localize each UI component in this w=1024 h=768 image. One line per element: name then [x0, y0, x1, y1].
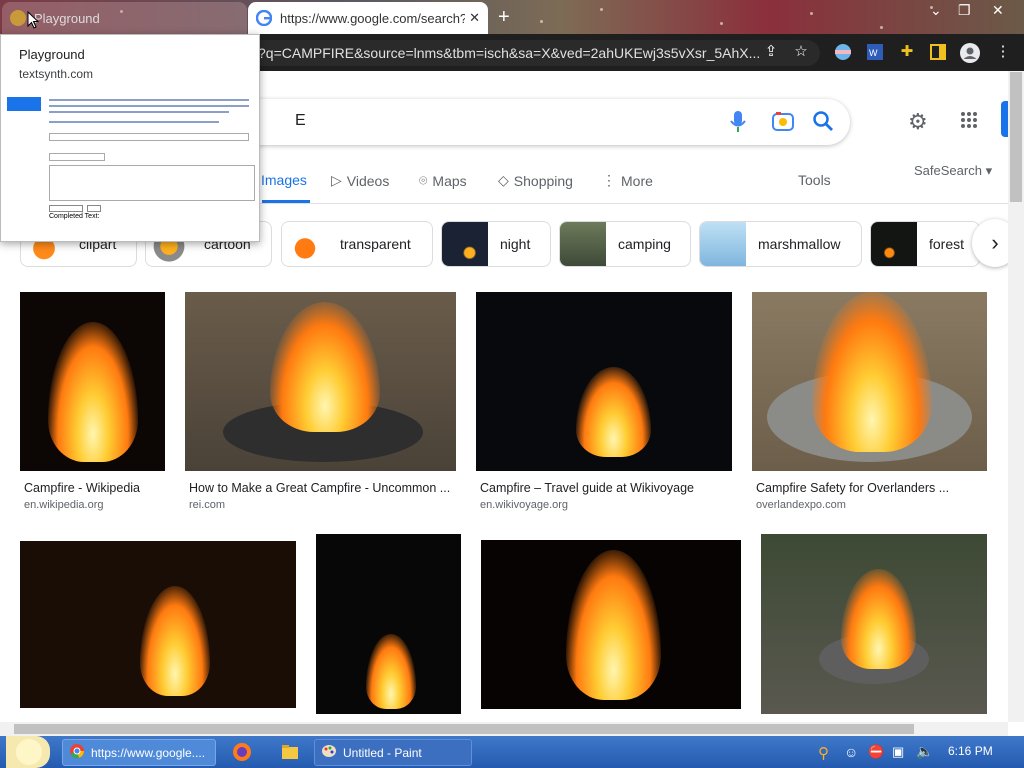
voice-search-icon[interactable]	[730, 110, 746, 139]
tab-images[interactable]: Images	[261, 172, 307, 188]
horizontal-scrollbar-thumb[interactable]	[14, 724, 914, 734]
tab-maps[interactable]: ⌾ Maps	[419, 172, 467, 189]
result-title[interactable]: Campfire – Travel guide at Wikivoyage	[480, 481, 694, 495]
chip-forest[interactable]: forest	[870, 221, 980, 267]
chip-thumbnail	[560, 222, 606, 266]
result-source[interactable]: en.wikipedia.org	[24, 499, 104, 511]
paint-palette-icon	[321, 743, 337, 762]
chip-thumbnail	[282, 222, 328, 266]
result-image[interactable]	[761, 534, 987, 714]
mouse-cursor-icon	[27, 10, 40, 34]
search-tray-icon[interactable]: ⚲	[818, 744, 829, 762]
safesearch-dropdown[interactable]: SafeSearch ▾	[914, 163, 992, 179]
result-image[interactable]	[476, 292, 732, 471]
result-image[interactable]	[20, 292, 165, 471]
image-search-camera-icon[interactable]	[772, 111, 794, 136]
result-source[interactable]: rei.com	[189, 499, 225, 511]
video-icon: ▷	[331, 172, 342, 188]
taskbar-clock[interactable]: 6:16 PM	[948, 744, 993, 758]
network-warning-icon[interactable]: ⛔	[868, 744, 884, 760]
tab-more[interactable]: ⋮ More	[602, 172, 653, 189]
hover-card-preview: Completed Text:	[5, 93, 255, 239]
chip-thumbnail	[871, 222, 917, 266]
tag-icon: ◇	[498, 172, 509, 188]
taskbar-item-chrome[interactable]: https://www.google....	[62, 739, 216, 766]
result-image[interactable]	[481, 540, 741, 709]
monitor-tray-icon[interactable]: ▣	[892, 744, 904, 760]
chip-transparent[interactable]: transparent	[281, 221, 433, 267]
profile-avatar-icon[interactable]	[960, 43, 980, 63]
sign-in-button[interactable]	[1001, 101, 1008, 137]
smiley-icon	[16, 739, 42, 765]
apps-grid-icon[interactable]	[960, 111, 978, 134]
firefox-icon[interactable]	[232, 742, 252, 767]
new-tab-button[interactable]: +	[498, 6, 510, 29]
address-text: ?q=CAMPFIRE&source=lnms&tbm=isch&sa=X&ve…	[258, 45, 761, 61]
start-button[interactable]	[6, 736, 50, 768]
extension-flag-icon[interactable]	[834, 43, 852, 61]
chip-thumbnail	[700, 222, 746, 266]
restore-window-icon[interactable]: ❐	[958, 2, 971, 19]
close-tab-icon[interactable]: ✕	[469, 10, 480, 26]
close-window-icon[interactable]: ✕	[992, 2, 1004, 19]
volume-icon[interactable]: 🔈	[916, 743, 933, 760]
tab-google-search[interactable]: https://www.google.com/search? ✕	[248, 2, 488, 34]
google-favicon-icon	[255, 9, 273, 27]
tab-videos[interactable]: ▷ Videos	[331, 172, 389, 189]
tab-title: Playground	[34, 10, 100, 26]
share-icon[interactable]: ⇪	[762, 43, 780, 61]
side-panel-icon[interactable]	[929, 43, 947, 61]
map-pin-icon: ⌾	[419, 172, 428, 188]
browser-menu-icon[interactable]: ⋮	[994, 43, 1012, 61]
chip-night[interactable]: night	[441, 221, 551, 267]
result-image[interactable]	[752, 292, 987, 471]
puzzle-extensions-icon[interactable]: ✚	[898, 43, 916, 61]
chip-camping[interactable]: camping	[559, 221, 691, 267]
tab-shopping[interactable]: ◇ Shopping	[498, 172, 573, 189]
result-title[interactable]: Campfire Safety for Overlanders ...	[756, 481, 949, 495]
svg-text:W: W	[869, 48, 878, 58]
search-query-text: E	[295, 112, 306, 129]
result-source[interactable]: overlandexpo.com	[756, 499, 846, 511]
search-submit-icon[interactable]	[812, 110, 834, 137]
vertical-scrollbar-thumb[interactable]	[1010, 72, 1022, 202]
textsynth-favicon-icon	[10, 10, 26, 26]
result-source[interactable]: en.wikivoyage.org	[480, 499, 568, 511]
result-title[interactable]: How to Make a Great Campfire - Uncommon …	[189, 481, 450, 495]
preview-nav-block	[7, 97, 41, 111]
address-bar[interactable]: ?q=CAMPFIRE&source=lnms&tbm=isch&sa=X&ve…	[250, 40, 820, 66]
chevron-down-icon[interactable]: ⌄	[930, 2, 942, 19]
dropdown-caret-icon: ▾	[985, 163, 993, 178]
chip-thumbnail	[442, 222, 488, 266]
tab-hover-card: Playground textsynth.com Completed Text:	[0, 34, 260, 242]
chrome-icon	[69, 743, 85, 762]
result-title[interactable]: Campfire - Wikipedia	[24, 481, 140, 495]
hover-card-title: Playground	[19, 47, 85, 62]
taskbar-item-paint[interactable]: Untitled - Paint	[314, 739, 472, 766]
more-vert-icon: ⋮	[602, 172, 616, 188]
result-image[interactable]	[316, 534, 461, 714]
tab-title: https://www.google.com/search?	[280, 10, 465, 26]
extension-wt-icon[interactable]: W	[866, 43, 884, 61]
file-explorer-icon[interactable]	[280, 742, 300, 767]
smiley-tray-icon[interactable]: ☺	[844, 744, 858, 760]
result-image[interactable]	[185, 292, 456, 471]
bookmark-star-icon[interactable]: ☆	[792, 43, 810, 61]
chip-marshmallow[interactable]: marshmallow	[699, 221, 862, 267]
settings-gear-icon[interactable]: ⚙	[908, 109, 928, 135]
result-image[interactable]	[20, 541, 296, 708]
tools-button[interactable]: Tools	[798, 172, 831, 188]
preview-completed-label: Completed Text:	[49, 213, 100, 220]
hover-card-domain: textsynth.com	[19, 67, 94, 81]
